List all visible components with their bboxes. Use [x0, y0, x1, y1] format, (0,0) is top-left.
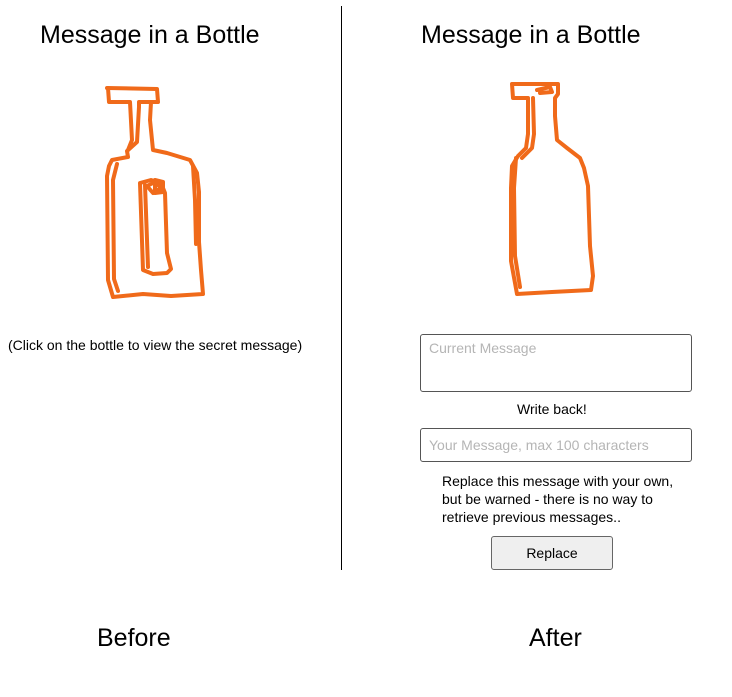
- before-caption: Before: [97, 624, 171, 652]
- reply-message-input[interactable]: [420, 428, 692, 462]
- replace-button[interactable]: Replace: [491, 536, 613, 570]
- bottle-click-hint: (Click on the bottle to view the secret …: [8, 337, 303, 353]
- after-caption: After: [529, 624, 582, 652]
- replace-warning-text: Replace this message with your own, but …: [442, 473, 674, 525]
- write-back-label: Write back!: [517, 401, 587, 417]
- bottle-icon[interactable]: [500, 76, 600, 300]
- bottle-with-message-icon[interactable]: [95, 80, 215, 305]
- current-message-field[interactable]: [420, 334, 692, 392]
- before-page-title: Message in a Bottle: [40, 21, 260, 49]
- after-page-title: Message in a Bottle: [421, 21, 641, 49]
- panel-divider: [341, 6, 342, 570]
